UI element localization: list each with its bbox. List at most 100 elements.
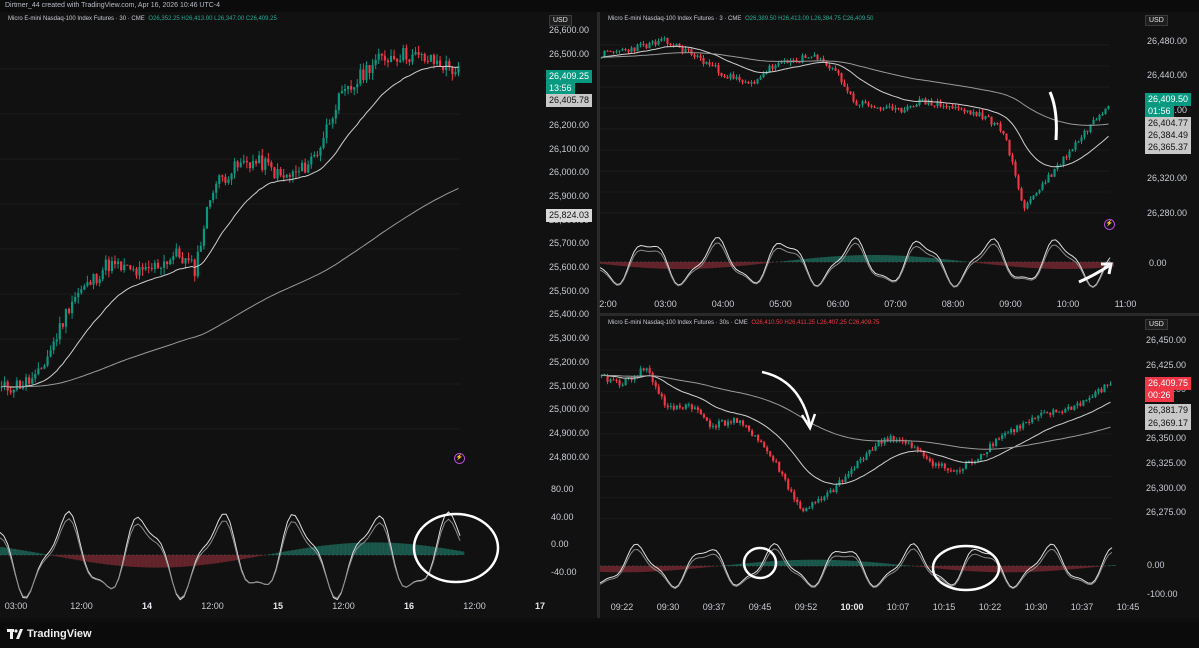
candle-body [61, 323, 64, 327]
osc-histogram-bar [980, 262, 985, 264]
tr-oscillator-plot[interactable] [600, 236, 1140, 294]
osc-histogram-bar [965, 566, 970, 571]
candle-body [285, 174, 288, 178]
osc-histogram-bar [1013, 566, 1017, 573]
br-currency-badge[interactable]: USD [1145, 319, 1168, 330]
candle-body [738, 77, 741, 80]
br-price-tick: 26,450.00 [1146, 335, 1187, 345]
candle-body [1050, 174, 1053, 177]
candle-body [107, 259, 110, 272]
candle-body [92, 273, 95, 285]
bottom-right-chart-pane[interactable]: Micro E-mini Nasdaq-100 Index Futures · … [600, 316, 1199, 618]
candle-body [799, 502, 802, 509]
osc-histogram-bar [733, 564, 738, 566]
candle-body [141, 267, 144, 270]
tr-alert-bolt-icon[interactable]: ⚡ [1104, 219, 1115, 230]
osc-histogram-bar [705, 262, 710, 269]
osc-histogram-bar [943, 259, 948, 262]
osc-histogram-bar [84, 555, 89, 562]
tr-time-tick: 10:00 [1056, 299, 1080, 309]
osc-histogram-bar [107, 555, 112, 565]
tr-price-plot[interactable] [600, 24, 1140, 234]
candle-body [666, 405, 669, 408]
candle-body [615, 51, 618, 53]
osc-histogram-bar [944, 566, 949, 570]
candle-body [777, 63, 780, 66]
osc-histogram-bar [671, 262, 676, 269]
candle-body [687, 48, 690, 50]
candle-body [696, 407, 699, 410]
br-time-tick: 10:00 [840, 602, 864, 612]
candle-body [264, 158, 267, 170]
candle-body [365, 65, 368, 81]
left-osc-price-tick: 40.00 [551, 511, 574, 522]
osc-histogram-bar [919, 257, 924, 262]
osc-histogram-bar [793, 259, 798, 262]
osc-histogram-bar [53, 555, 58, 557]
br-price-plot[interactable] [600, 328, 1140, 540]
candle-body [963, 109, 966, 112]
candle-body [720, 72, 723, 76]
left-oscillator-plot[interactable] [0, 479, 545, 604]
candle-body [331, 118, 334, 124]
left-price-tick: 26,600.00 [549, 25, 590, 35]
tr-osc-price-tick: 0.00 [1149, 258, 1167, 268]
candle-body [288, 174, 291, 177]
candle-body [693, 54, 696, 57]
osc-histogram-bar [885, 255, 890, 262]
left-price-tick: 24,900.00 [549, 427, 590, 438]
tradingview-logo[interactable]: TradingView [7, 628, 92, 640]
left-alert-bolt-icon[interactable]: ⚡ [454, 453, 465, 464]
candle-body [988, 443, 992, 453]
osc-histogram-bar [421, 545, 426, 555]
candle-body [389, 55, 393, 63]
osc-histogram-bar [678, 566, 683, 570]
candle-body [657, 386, 660, 394]
brand-name: TradingView [27, 628, 92, 640]
osc-histogram-bar [283, 551, 288, 555]
br-price-tick: 26,275.00 [1146, 507, 1187, 518]
tr-time-tick: 05:00 [769, 299, 792, 309]
osc-histogram-bar [984, 262, 989, 264]
osc-histogram-bar [153, 555, 158, 568]
candle-body [735, 418, 739, 423]
osc-histogram-bar [1091, 566, 1096, 568]
candle-body [879, 107, 882, 110]
osc-histogram-bar [610, 262, 615, 266]
candle-body [904, 441, 907, 444]
candle-body [928, 458, 931, 462]
candle-body [294, 171, 298, 173]
tr-currency-badge[interactable]: USD [1145, 15, 1168, 26]
osc-histogram-bar [1045, 262, 1050, 269]
moving-average-line [601, 374, 1111, 450]
left-price-tick: 26,200.00 [549, 119, 590, 130]
osc-histogram-bar [440, 548, 446, 555]
candle-body [1031, 417, 1034, 423]
candle-body [276, 169, 279, 179]
osc-histogram-bar [674, 262, 679, 269]
candle-body [239, 162, 242, 168]
osc-histogram-bar [1048, 262, 1053, 269]
candle-body [931, 461, 934, 466]
osc-histogram-bar [804, 559, 809, 566]
osc-histogram-bar [903, 565, 908, 566]
top-right-chart-pane[interactable]: Micro E-mini Nasdaq-100 Index Futures · … [599, 12, 1199, 313]
candle-body [190, 259, 193, 261]
candle-body [867, 103, 870, 106]
br-time-tick: 10:37 [1070, 602, 1094, 612]
candle-body [1088, 397, 1091, 400]
osc-histogram-bar [722, 262, 727, 268]
candle-body [873, 107, 876, 109]
candle-body [760, 440, 763, 443]
left-chart-pane[interactable]: Micro E-mini Nasdaq-100 Index Futures · … [0, 12, 597, 618]
osc-histogram-bar [644, 566, 649, 572]
candle-body [675, 405, 678, 410]
osc-histogram-bar [95, 555, 101, 564]
left-price-tick: 26,500.00 [549, 48, 590, 59]
osc-histogram-bar [600, 262, 604, 264]
left-price-plot[interactable] [0, 24, 545, 474]
osc-histogram-bar [241, 555, 246, 559]
candle-body [882, 108, 885, 110]
candle-body [159, 267, 163, 269]
br-oscillator-plot[interactable] [600, 542, 1140, 600]
